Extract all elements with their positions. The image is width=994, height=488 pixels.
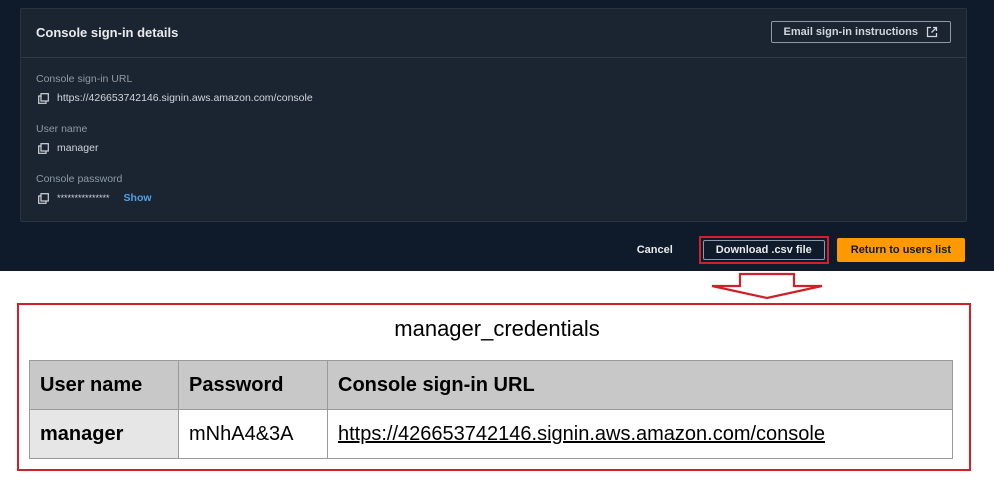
csv-header-cell: Password [178,360,328,410]
csv-file-title: manager_credentials [394,316,600,341]
down-arrow-icon [711,272,823,300]
csv-table: User name Password Console sign-in URL m… [29,360,953,459]
username-field: manager [38,142,98,154]
sign-in-url-value: https://426653742146.signin.aws.amazon.c… [57,92,313,104]
csv-header-row: User name Password Console sign-in URL [29,360,953,410]
download-highlight: Download .csv file [698,236,829,264]
username-value: manager [57,142,99,154]
external-link-icon [926,26,938,38]
csv-data-row: manager mNhA4&3A https://426653742146.si… [29,409,953,459]
panel-title: Console sign-in details [36,25,179,40]
panel-header: Console sign-in details Email sign-in in… [21,9,966,58]
download-csv-button[interactable]: Download .csv file [702,240,825,260]
password-field: *************** Show [38,192,152,204]
cancel-button[interactable]: Cancel [631,243,679,257]
password-masked-value: *************** [57,193,110,203]
username-label: User name [36,123,88,135]
action-bar: Cancel Download .csv file Return to user… [631,236,965,264]
csv-header-cell: Console sign-in URL [327,360,953,410]
show-password-link[interactable]: Show [124,192,152,204]
password-label: Console password [36,173,123,185]
copy-icon[interactable] [38,142,49,154]
csv-header-cell: User name [29,360,179,410]
email-instructions-label: Email sign-in instructions [783,26,918,38]
sign-in-url-label: Console sign-in URL [36,73,133,85]
sign-in-details-panel: Console sign-in details Email sign-in in… [20,8,967,222]
copy-icon[interactable] [38,192,49,204]
csv-cell: manager [29,409,179,459]
copy-icon[interactable] [38,92,49,104]
csv-url-cell: https://426653742146.signin.aws.amazon.c… [327,409,953,459]
return-to-users-button[interactable]: Return to users list [836,238,965,262]
sign-in-url-field: https://426653742146.signin.aws.amazon.c… [38,92,313,104]
console-area: Console sign-in details Email sign-in in… [0,0,994,271]
email-instructions-button[interactable]: Email sign-in instructions [770,21,951,43]
csv-cell: mNhA4&3A [178,409,328,459]
